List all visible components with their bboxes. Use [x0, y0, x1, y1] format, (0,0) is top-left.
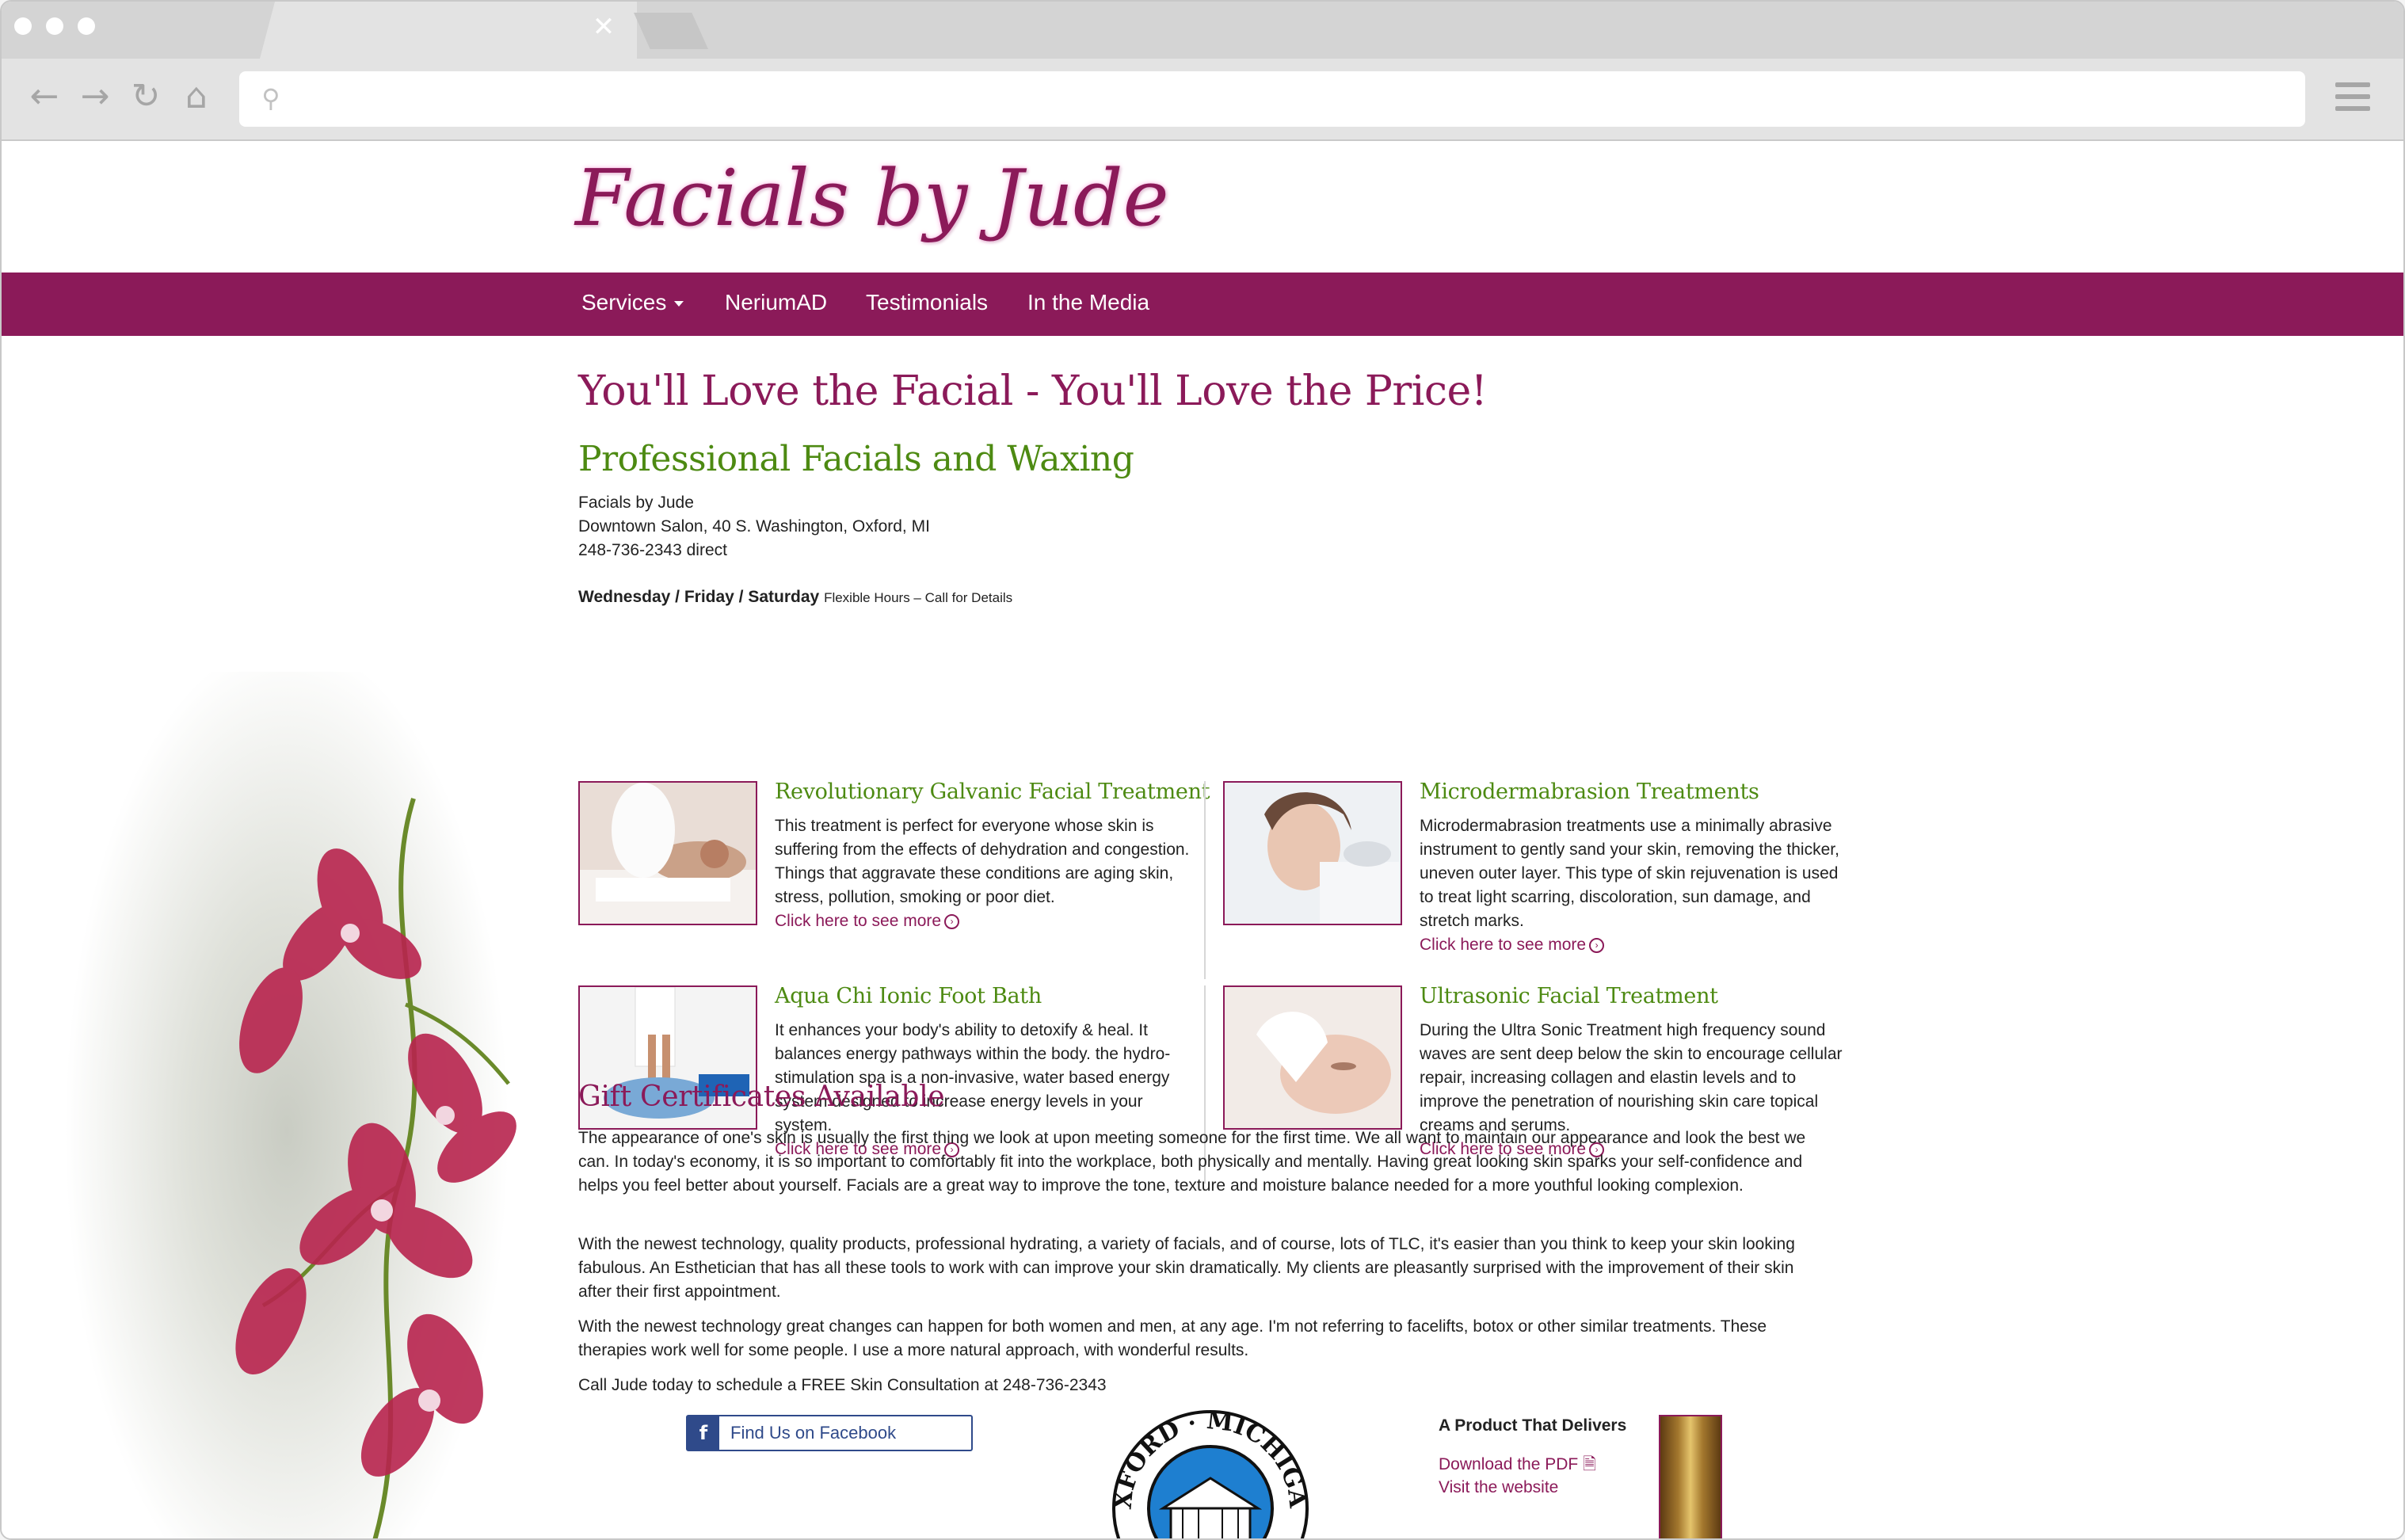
facebook-label: Find Us on Facebook — [730, 1423, 897, 1443]
product-heading: A Product That Delivers — [1439, 1416, 1627, 1435]
reload-icon[interactable]: ↻ — [127, 78, 165, 116]
see-more-link[interactable]: Click here to see more › — [775, 909, 1201, 933]
hours-note: Flexible Hours – Call for Details — [824, 590, 1013, 605]
product-bottle-image[interactable] — [1659, 1415, 1722, 1538]
pdf-file-icon: 🗎 — [1583, 1455, 1596, 1473]
business-name: Facials by Jude — [578, 494, 694, 512]
window-minimize-dot[interactable] — [46, 17, 63, 35]
service-text: This treatment is perfect for everyone w… — [775, 817, 1190, 906]
service-card-galvanic: Revolutionary Galvanic Facial Treatment … — [578, 780, 1210, 971]
close-tab-icon[interactable]: ✕ — [589, 13, 618, 41]
tab-bar: ✕ — [2, 2, 2403, 59]
hamburger-menu-icon[interactable] — [2335, 82, 2370, 117]
orchid-flowers-image — [235, 798, 516, 1538]
facebook-icon: f — [688, 1416, 719, 1450]
browser-tab[interactable] — [260, 2, 637, 59]
facebook-button[interactable]: f Find Us on Facebook — [686, 1415, 973, 1451]
consultation-cta: Call Jude today to schedule a FREE Skin … — [578, 1376, 1107, 1394]
service-divider — [1204, 781, 1206, 979]
service-card-microdermabrasion: Microdermabrasion Treatments Microdermab… — [1223, 780, 1849, 971]
service-text: It enhances your body's ability to detox… — [775, 1021, 1171, 1134]
microdermabrasion-photo[interactable] — [1223, 781, 1402, 925]
service-title[interactable]: Revolutionary Galvanic Facial Treatment — [775, 780, 1210, 804]
business-address: Facials by Jude Downtown Salon, 40 S. Wa… — [578, 491, 930, 562]
service-text: During the Ultra Sonic Treatment high fr… — [1420, 1021, 1843, 1134]
intro-paragraph: The appearance of one's skin is usually … — [578, 1129, 1806, 1195]
service-title[interactable]: Aqua Chi Ionic Foot Bath — [775, 984, 1042, 1008]
address-bar[interactable]: ⚲ — [239, 71, 2305, 127]
galvanic-facial-photo[interactable] — [578, 781, 757, 925]
caret-down-icon — [674, 301, 684, 307]
service-title[interactable]: Microdermabrasion Treatments — [1420, 780, 1759, 804]
back-arrow-icon[interactable]: ← — [25, 78, 63, 116]
business-phone: 248-736-2343 direct — [578, 541, 727, 559]
see-more-label: Click here to see more — [1420, 936, 1587, 954]
nav-neriumad[interactable]: NeriumAD — [725, 290, 827, 315]
visit-website-link[interactable]: Visit the website — [1439, 1478, 1558, 1497]
ultrasonic-facial-photo[interactable] — [1223, 985, 1402, 1130]
download-pdf-label: Download the PDF — [1439, 1455, 1579, 1473]
page-headline: You'll Love the Facial - You'll Love the… — [578, 368, 1488, 415]
home-icon[interactable]: ⌂ — [177, 78, 215, 116]
natural-approach-paragraph: With the newest technology great changes… — [578, 1317, 1767, 1359]
nav-services-label: Services — [581, 290, 667, 314]
arrow-circle-right-icon: › — [944, 913, 960, 929]
see-more-label: Click here to see more — [775, 912, 942, 930]
service-description: This treatment is perfect for everyone w… — [775, 814, 1201, 933]
page-viewport: Facials by Jude Services NeriumAD Testim… — [2, 141, 2403, 1538]
site-logo[interactable]: Facials by Jude — [575, 154, 1169, 244]
see-more-link[interactable]: Click here to see more › — [1420, 933, 1846, 957]
service-title[interactable]: Ultrasonic Facial Treatment — [1420, 984, 1718, 1008]
forward-arrow-icon[interactable]: → — [76, 78, 114, 116]
site-header: Facials by Jude — [2, 141, 2403, 273]
business-street: Downtown Salon, 40 S. Washington, Oxford… — [578, 517, 930, 536]
page-subheadline: Professional Facials and Waxing — [578, 439, 1134, 479]
window-maximize-dot[interactable] — [78, 17, 95, 35]
service-description: Microdermabrasion treatments use a minim… — [1420, 814, 1846, 957]
service-text: Microdermabrasion treatments use a minim… — [1420, 817, 1839, 930]
nav-testimonials[interactable]: Testimonials — [866, 290, 988, 315]
business-hours: Wednesday / Friday / Saturday Flexible H… — [578, 588, 1012, 607]
browser-toolbar: ← → ↻ ⌂ ⚲ — [2, 59, 2403, 141]
window-close-dot[interactable] — [14, 17, 32, 35]
new-tab-button[interactable] — [634, 13, 708, 49]
hours-days: Wednesday / Friday / Saturday — [578, 588, 820, 606]
gift-certificates-heading: Gift Certificates Available — [578, 1081, 945, 1113]
main-navbar: Services NeriumAD Testimonials In the Me… — [2, 273, 2403, 336]
arrow-circle-right-icon: › — [1589, 937, 1605, 953]
technology-paragraph: With the newest technology, quality prod… — [578, 1235, 1795, 1301]
browser-window: ✕ ← → ↻ ⌂ ⚲ Facials by Jude Services Ner… — [0, 0, 2405, 1540]
nav-services[interactable]: Services — [581, 290, 684, 315]
nav-in-the-media[interactable]: In the Media — [1027, 290, 1149, 315]
download-pdf-link[interactable]: Download the PDF 🗎 — [1439, 1453, 1596, 1481]
orchid-background-image — [2, 672, 540, 1538]
search-icon: ⚲ — [261, 83, 280, 113]
oxford-michigan-seal: OXFORD · MICHIGAN — [1096, 1384, 1313, 1538]
